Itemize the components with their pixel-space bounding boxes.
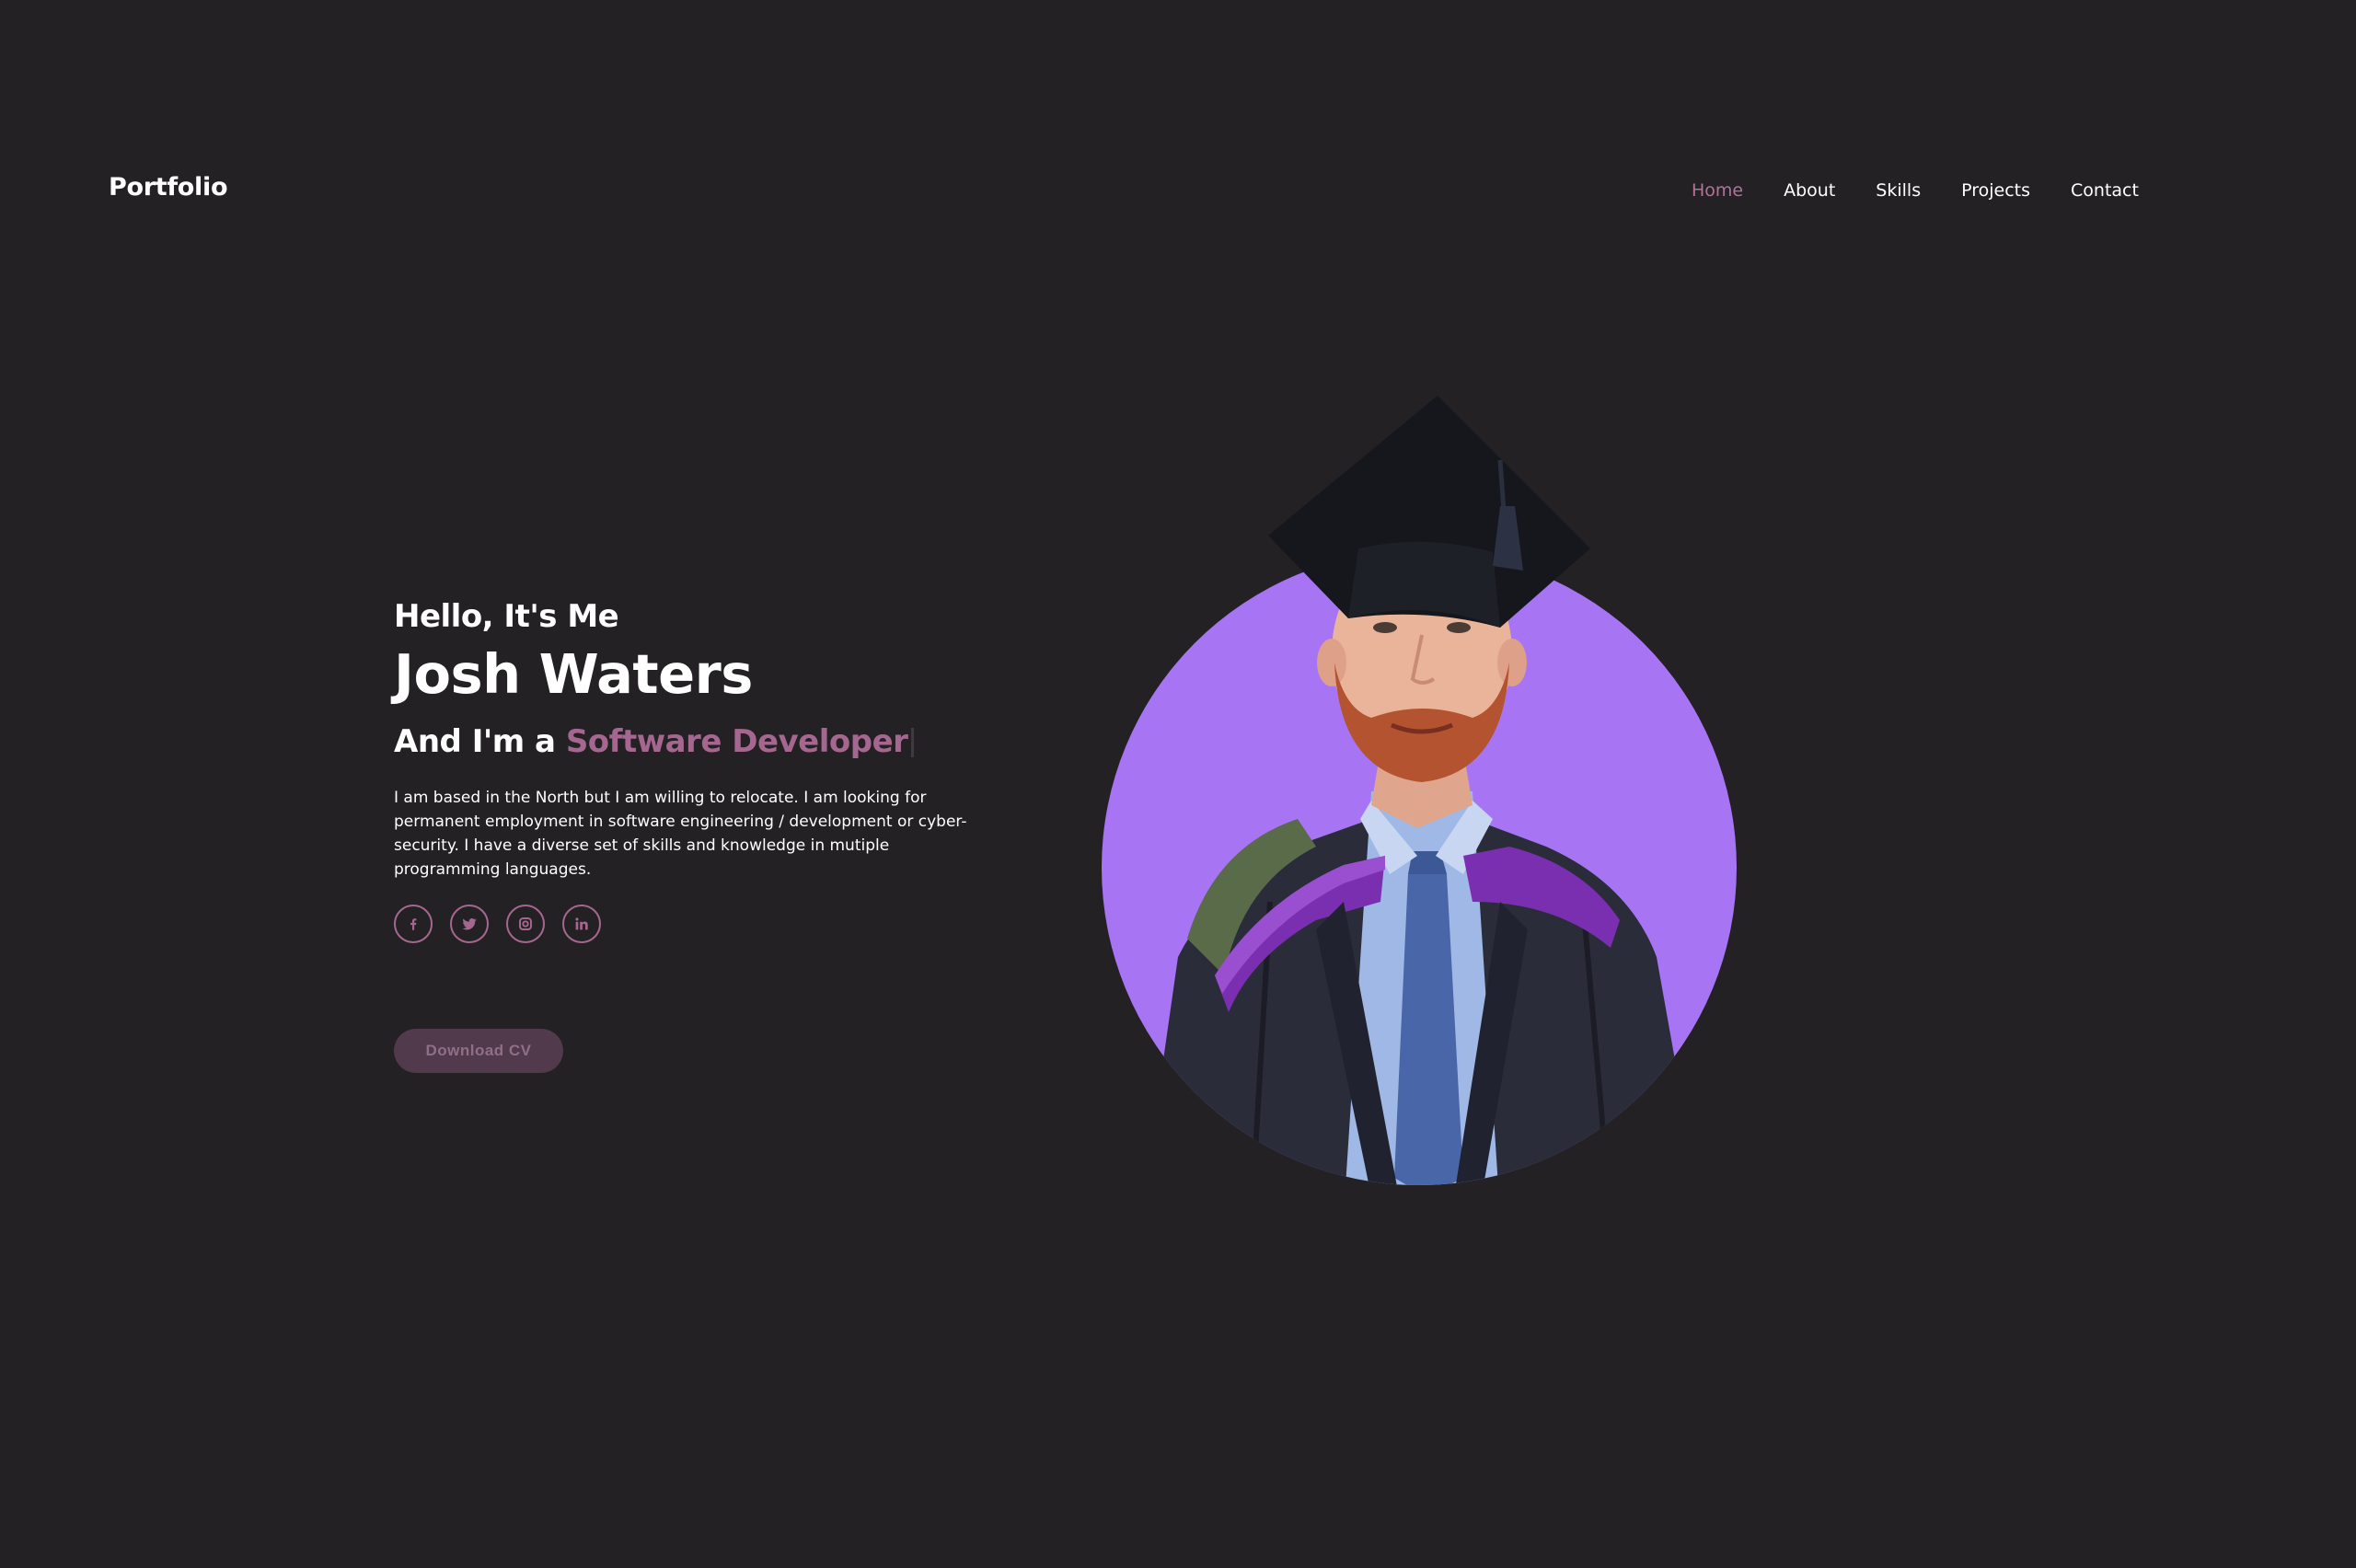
greeting: Hello, It's Me bbox=[394, 598, 619, 635]
graduate-portrait bbox=[1141, 396, 1703, 1185]
nav-contact[interactable]: Contact bbox=[2071, 180, 2139, 201]
facebook-icon[interactable] bbox=[394, 905, 433, 943]
twitter-icon[interactable] bbox=[450, 905, 489, 943]
role-line: And I'm a Software Developer bbox=[394, 723, 992, 760]
site-logo[interactable]: Portfolio bbox=[109, 173, 228, 202]
typing-cursor bbox=[911, 728, 915, 758]
linkedin-icon[interactable] bbox=[562, 905, 601, 943]
hero-name: Josh Waters bbox=[394, 642, 753, 706]
social-links bbox=[394, 905, 618, 943]
role-prefix: And I'm a bbox=[394, 722, 556, 760]
nav-projects[interactable]: Projects bbox=[1961, 180, 2030, 201]
hero-description: I am based in the North but I am willing… bbox=[394, 788, 967, 879]
nav-home[interactable]: Home bbox=[1692, 180, 1743, 201]
profile-photo bbox=[1068, 386, 1767, 1196]
site-header: Portfolio Home About Skills Projects Con… bbox=[0, 0, 2356, 386]
hero-intro: Hello, It's Me Josh Waters And I'm a Sof… bbox=[394, 598, 992, 1073]
role-typed: Software Developer bbox=[565, 722, 908, 760]
main-nav: Home About Skills Projects Contact bbox=[1692, 180, 2139, 201]
download-cv-button[interactable]: Download CV bbox=[394, 1029, 563, 1073]
nav-about[interactable]: About bbox=[1784, 180, 1835, 201]
nav-skills[interactable]: Skills bbox=[1876, 180, 1921, 201]
instagram-icon[interactable] bbox=[506, 905, 545, 943]
